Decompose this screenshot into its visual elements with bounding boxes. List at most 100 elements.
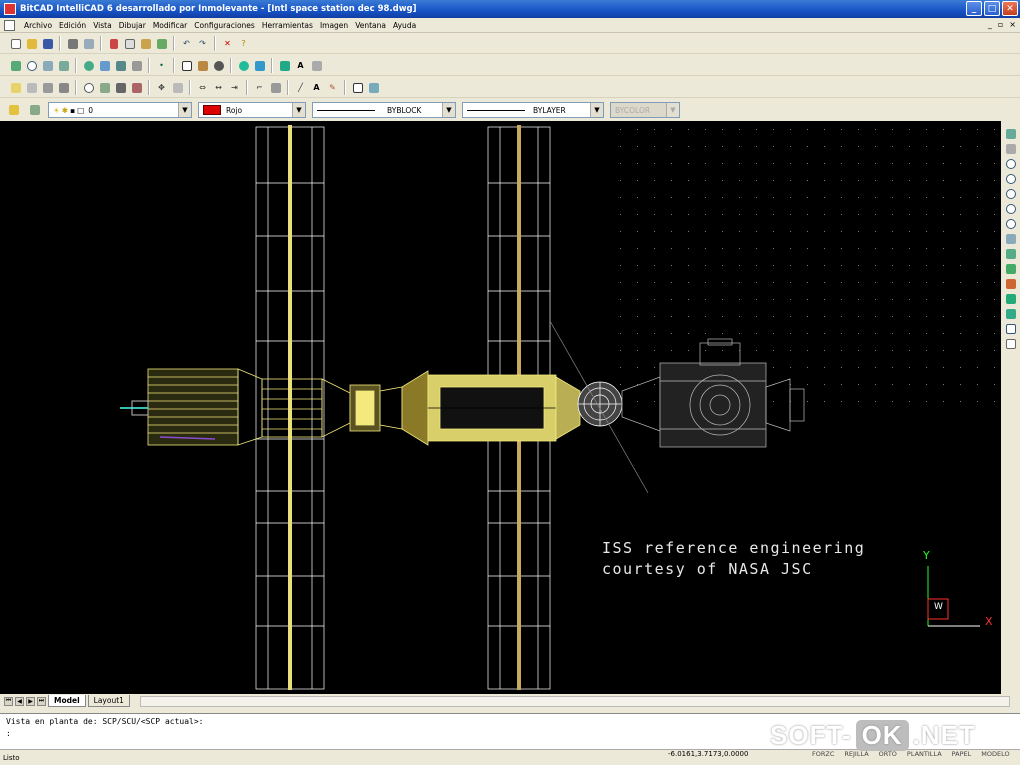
tool-zoom-extents-icon[interactable] [1003, 202, 1018, 215]
toggle-grid[interactable]: REJILLA [844, 750, 868, 758]
layer-state-icon[interactable] [6, 103, 21, 118]
zoom-all-icon[interactable] [129, 58, 144, 73]
menu-configuraciones[interactable]: Configuraciones [194, 21, 255, 30]
tool-light-icon[interactable] [1003, 292, 1018, 305]
tool-zoom-in-icon[interactable] [1003, 157, 1018, 170]
move-icon[interactable]: ✥ [154, 80, 169, 95]
array-icon[interactable] [113, 80, 128, 95]
lineweight-dropdown[interactable]: BYLAYER ▼ [462, 102, 604, 118]
redraw-icon[interactable] [97, 58, 112, 73]
toggle-snap[interactable]: FORZC [812, 750, 834, 758]
redo-icon[interactable]: ↷ [195, 36, 210, 51]
menu-archivo[interactable]: Archivo [24, 21, 52, 30]
menu-dibujar[interactable]: Dibujar [119, 21, 146, 30]
orbit-icon[interactable] [81, 58, 96, 73]
scale-icon[interactable]: ↔ [211, 80, 226, 95]
explode-icon[interactable] [129, 80, 144, 95]
image-icon[interactable] [252, 58, 267, 73]
open-folder-icon[interactable] [24, 36, 39, 51]
toggle-paper[interactable]: PAPEL [952, 750, 972, 758]
extend-icon[interactable]: ⌐ [252, 80, 267, 95]
save-icon[interactable] [40, 36, 55, 51]
tool-view-icon[interactable] [1003, 232, 1018, 245]
drawing-canvas[interactable]: ISS reference engineering courtesy of NA… [0, 121, 1001, 694]
zoom-previous-icon[interactable] [56, 58, 71, 73]
line-icon[interactable]: ╱ [293, 80, 308, 95]
tool-document-icon[interactable] [1003, 337, 1018, 350]
tool-hand-icon[interactable] [1003, 142, 1018, 155]
cut-icon[interactable] [106, 36, 121, 51]
chevron-down-icon[interactable]: ▼ [590, 103, 603, 117]
layer-manager-icon[interactable] [277, 58, 292, 73]
chevron-down-icon[interactable]: ▼ [178, 103, 191, 117]
color-dropdown[interactable]: Rojo ▼ [198, 102, 306, 118]
toggle-model[interactable]: MODELO [981, 750, 1009, 758]
globe-icon[interactable] [236, 58, 251, 73]
menu-imagen[interactable]: Imagen [320, 21, 348, 30]
next-tab-icon[interactable]: ▶ [26, 696, 35, 706]
help-pointer-icon[interactable]: ? [236, 36, 251, 51]
block-icon[interactable] [350, 80, 365, 95]
point-icon[interactable]: • [154, 58, 169, 73]
minimize-button[interactable]: _ [966, 1, 982, 16]
rectangle-select-icon[interactable] [179, 58, 194, 73]
undo-icon[interactable]: ↶ [179, 36, 194, 51]
render-icon[interactable] [195, 58, 210, 73]
layer-previous-icon[interactable] [27, 103, 42, 118]
tool-orbit-icon[interactable] [1003, 247, 1018, 260]
layer-dropdown[interactable]: ☀ ✱ ▪ □ 0 ▼ [48, 102, 192, 118]
match-properties-icon[interactable] [154, 36, 169, 51]
tool-zoom-window-icon[interactable] [1003, 187, 1018, 200]
zoom-realtime-icon[interactable] [24, 58, 39, 73]
menu-ventana[interactable]: Ventana [355, 21, 386, 30]
tab-layout1[interactable]: Layout1 [87, 695, 130, 707]
tool-table-icon[interactable] [1003, 322, 1018, 335]
menu-ayuda[interactable]: Ayuda [393, 21, 416, 30]
new-file-icon[interactable] [8, 36, 23, 51]
regen-icon[interactable] [113, 58, 128, 73]
doc-restore-button[interactable]: ▫ [998, 20, 1003, 29]
tab-model[interactable]: Model [48, 695, 86, 707]
menu-vista[interactable]: Vista [93, 21, 112, 30]
insert-icon[interactable] [366, 80, 381, 95]
horizontal-scrollbar[interactable] [140, 696, 1010, 707]
prev-tab-icon[interactable]: ◀ [15, 696, 24, 706]
tool-render-icon[interactable] [1003, 277, 1018, 290]
doc-close-button[interactable]: × [1009, 20, 1016, 29]
doc-minimize-button[interactable]: _ [988, 20, 992, 29]
tool-material-icon[interactable] [1003, 307, 1018, 320]
dimension-icon[interactable]: A [309, 80, 324, 95]
tool-zoom-previous-icon[interactable] [1003, 217, 1018, 230]
copy-object-icon[interactable] [170, 80, 185, 95]
copy-icon[interactable] [122, 36, 137, 51]
chevron-down-icon[interactable]: ▼ [292, 103, 305, 117]
toggle-ortho[interactable]: ORTO [879, 750, 897, 758]
first-tab-icon[interactable]: ⏮ [4, 696, 13, 706]
tool-pan-icon[interactable] [1003, 127, 1018, 140]
last-tab-icon[interactable]: ⏭ [37, 696, 46, 706]
document-icon[interactable] [4, 19, 15, 31]
chevron-down-icon[interactable]: ▼ [442, 103, 455, 117]
menu-edicion[interactable]: Edición [59, 21, 86, 30]
linetype-dropdown[interactable]: BYBLOCK ▼ [312, 102, 456, 118]
circle-icon[interactable] [81, 80, 96, 95]
tool-camera-icon[interactable] [1003, 262, 1018, 275]
zoom-window-icon[interactable] [40, 58, 55, 73]
print-icon[interactable] [65, 36, 80, 51]
pan-icon[interactable] [8, 58, 23, 73]
fillet-icon[interactable] [268, 80, 283, 95]
maximize-button[interactable]: □ [984, 1, 1000, 16]
align-icon[interactable] [56, 80, 71, 95]
calculator-icon[interactable] [309, 58, 324, 73]
stretch-icon[interactable]: ⇔ [195, 80, 210, 95]
tool-zoom-out-icon[interactable] [1003, 172, 1018, 185]
stack-icon[interactable] [24, 80, 39, 95]
print-preview-icon[interactable] [81, 36, 96, 51]
text-icon[interactable]: A [293, 58, 308, 73]
offset-icon[interactable] [40, 80, 55, 95]
pencil-icon[interactable]: ✎ [325, 80, 340, 95]
delete-icon[interactable]: ✕ [220, 36, 235, 51]
mirror-icon[interactable] [97, 80, 112, 95]
shade-icon[interactable] [211, 58, 226, 73]
menu-modificar[interactable]: Modificar [153, 21, 187, 30]
